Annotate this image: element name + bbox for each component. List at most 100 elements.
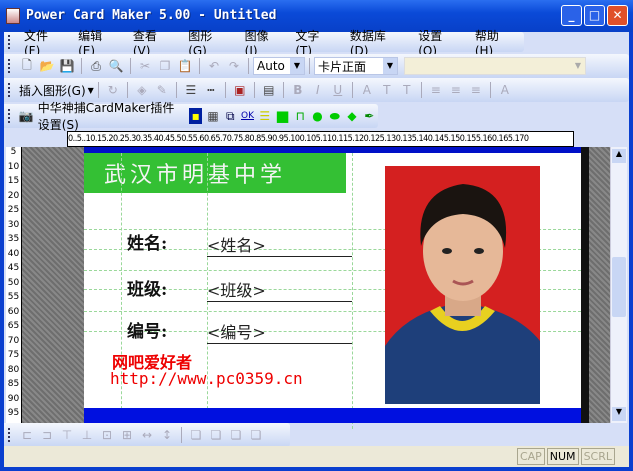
align-left-icon[interactable]: ⊏ — [19, 427, 35, 443]
chevron-down-icon[interactable]: ▼ — [383, 58, 397, 74]
undo-icon[interactable]: ↶ — [206, 58, 222, 74]
separator — [351, 82, 353, 98]
scroll-up-button[interactable]: ▲ — [612, 149, 626, 163]
ok-button[interactable]: OK — [241, 108, 254, 124]
paste-icon[interactable]: 📋 — [177, 58, 193, 74]
vertical-ruler[interactable]: 5 10 15 20 25 30 35 40 45 50 55 60 65 70 75 80 85 90 95 — [6, 147, 22, 423]
new-icon[interactable]: 🗋 — [19, 58, 35, 74]
menu-view[interactable]: 查看(V) — [126, 27, 181, 58]
school-name[interactable]: 武汉市明基中学 — [104, 157, 286, 189]
center-vertical-icon[interactable]: ⊞ — [119, 427, 135, 443]
chevron-down-icon[interactable]: ▼ — [290, 58, 304, 74]
card-front[interactable]: 武汉市明基中学 姓名: <姓名> 班级: <班级> 编号: <编号> 网吧爱好者… — [84, 147, 581, 429]
menu-edit[interactable]: 编辑(E) — [71, 27, 126, 58]
align-center-icon[interactable]: ≡ — [448, 82, 464, 98]
line-color-icon[interactable]: ✎ — [154, 82, 170, 98]
font-select[interactable]: ▼ — [404, 57, 586, 75]
grip[interactable] — [8, 35, 11, 49]
plugin-settings-button[interactable]: 中华神捕CardMaker插件设置(S) — [36, 99, 187, 133]
school-header[interactable]: 武汉市明基中学 — [84, 153, 346, 193]
scroll-thumb[interactable] — [612, 257, 626, 317]
copy-icon[interactable]: ❐ — [157, 58, 173, 74]
class-label[interactable]: 班级: — [127, 275, 167, 300]
crop-icon[interactable]: ⊓ — [294, 108, 307, 124]
text-3d-icon[interactable]: T — [399, 82, 415, 98]
student-photo[interactable] — [385, 166, 540, 404]
text-box-icon[interactable]: ▤ — [261, 82, 277, 98]
number-field[interactable]: <编号> — [207, 319, 352, 344]
rectangle-icon[interactable]: ■ — [275, 107, 289, 125]
save-icon[interactable]: 💾 — [59, 58, 75, 74]
list-icon[interactable]: ☰ — [258, 108, 271, 124]
print-icon[interactable]: ⎙ — [88, 58, 104, 74]
freeform-icon[interactable]: ◆ — [345, 108, 358, 124]
line-style-icon[interactable]: ┅ — [203, 82, 219, 98]
bottom-color-bar[interactable] — [84, 408, 581, 423]
menu-file[interactable]: 文件(F) — [17, 27, 71, 58]
bold-icon[interactable]: B — [290, 82, 306, 98]
maximize-button[interactable]: □ — [584, 5, 605, 26]
vertical-scrollbar[interactable]: ▲ ▼ — [610, 147, 627, 423]
windows-icon[interactable]: ⧉ — [224, 108, 237, 124]
text-effect-icon[interactable]: A — [359, 82, 375, 98]
print-preview-icon[interactable]: 🔍 — [108, 58, 124, 74]
card-edge — [581, 147, 589, 423]
class-field[interactable]: <班级> — [207, 277, 352, 302]
send-back-icon[interactable]: ❏ — [208, 427, 224, 443]
design-canvas[interactable]: 武汉市明基中学 姓名: <姓名> 班级: <班级> 编号: <编号> 网吧爱好者… — [22, 147, 610, 429]
forward-icon[interactable]: ❏ — [228, 427, 244, 443]
italic-icon[interactable]: I — [310, 82, 326, 98]
line-width-icon[interactable]: ☰ — [183, 82, 199, 98]
chevron-down-icon[interactable]: ▼ — [571, 58, 585, 74]
capture-icon[interactable]: ▪ — [189, 108, 203, 124]
app-icon[interactable] — [6, 8, 20, 24]
align-hcenter-icon[interactable]: ⊐ — [39, 427, 55, 443]
eyedropper-icon[interactable]: ✒ — [363, 108, 376, 124]
grip[interactable] — [8, 109, 11, 123]
backward-icon[interactable]: ❏ — [248, 427, 264, 443]
ellipse-icon[interactable]: ⬬ — [328, 108, 341, 124]
film-icon[interactable]: ▦ — [206, 108, 219, 124]
grip[interactable] — [8, 83, 11, 97]
align-right-icon[interactable]: ≡ — [468, 82, 484, 98]
text-shadow-icon[interactable]: T — [379, 82, 395, 98]
redo-icon[interactable]: ↷ — [226, 58, 242, 74]
align-vcenter-icon[interactable]: ⊥ — [79, 427, 95, 443]
menu-help[interactable]: 帮助(H) — [468, 27, 524, 58]
menu-text[interactable]: 文字(T) — [288, 27, 343, 58]
grip[interactable] — [8, 59, 11, 73]
grip[interactable] — [8, 428, 11, 442]
cut-icon[interactable]: ✂ — [137, 58, 153, 74]
menu-database[interactable]: 数据库(D) — [343, 27, 411, 58]
photo-icon[interactable]: ▣ — [232, 82, 248, 98]
menu-settings[interactable]: 设置(O) — [411, 27, 468, 58]
font-color-icon[interactable]: A — [497, 82, 513, 98]
horizontal-ruler[interactable]: 0..5..10.15.20.25.30.35.40.45.50.55.60.6… — [67, 131, 574, 147]
plugin-toolbar: 📷 中华神捕CardMaker插件设置(S) ▪ ▦ ⧉ OK ☰ ■ ⊓ ● … — [4, 101, 378, 132]
fill-color-icon[interactable]: ◈ — [134, 82, 150, 98]
same-height-icon[interactable]: ↕ — [159, 427, 175, 443]
bring-front-icon[interactable]: ❏ — [188, 427, 204, 443]
menu-shape[interactable]: 图形(G) — [181, 27, 237, 58]
minimize-button[interactable]: _ — [561, 5, 582, 26]
center-horizontal-icon[interactable]: ⊡ — [99, 427, 115, 443]
circle-icon[interactable]: ● — [311, 108, 324, 124]
number-label[interactable]: 编号: — [127, 317, 167, 342]
menu-image[interactable]: 图像(I) — [238, 27, 289, 58]
card-side-select[interactable]: 卡片正面 ▼ — [314, 57, 398, 75]
name-field[interactable]: <姓名> — [207, 232, 352, 257]
scroll-down-button[interactable]: ▼ — [612, 407, 626, 421]
close-button[interactable]: ✕ — [607, 5, 628, 26]
open-icon[interactable]: 📂 — [39, 58, 55, 74]
camera-icon[interactable]: 📷 — [19, 108, 34, 124]
rotate-icon[interactable]: ↻ — [105, 82, 121, 98]
ruler-tick-label: 20 — [7, 190, 20, 201]
ruler-tick-label: 5 — [10, 147, 17, 157]
insert-shape-button[interactable]: 插入图形(G) — [17, 82, 88, 99]
align-left-icon[interactable]: ≡ — [428, 82, 444, 98]
same-width-icon[interactable]: ↔ — [139, 427, 155, 443]
name-label[interactable]: 姓名: — [127, 229, 167, 254]
zoom-select[interactable]: Auto ▼ — [253, 57, 305, 75]
underline-icon[interactable]: U — [330, 82, 346, 98]
align-top-icon[interactable]: ⊤ — [59, 427, 75, 443]
